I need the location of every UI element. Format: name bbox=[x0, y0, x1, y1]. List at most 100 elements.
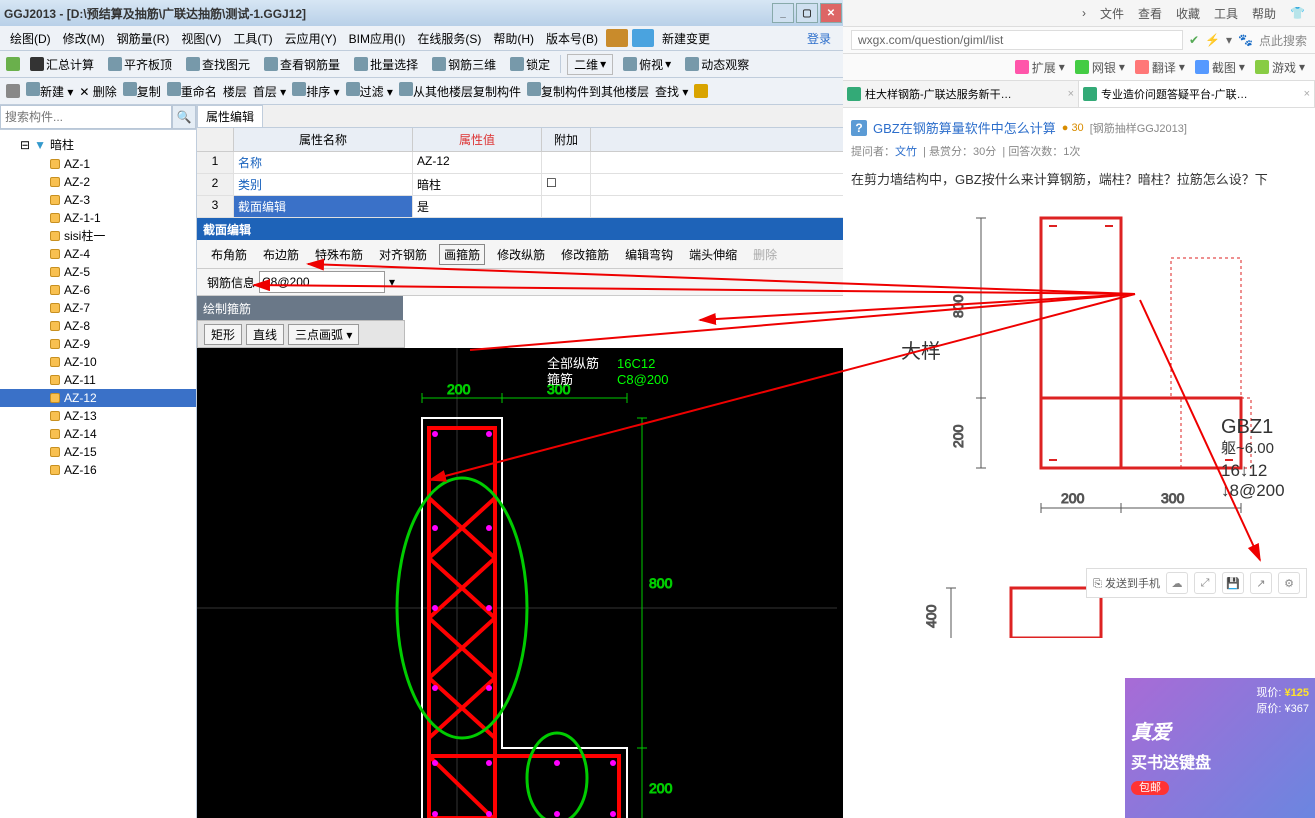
menu-bim[interactable]: BIM应用(I) bbox=[345, 28, 410, 49]
filter-button[interactable]: 过滤 ▾ bbox=[346, 82, 393, 100]
new-button[interactable]: 新建 ▾ bbox=[26, 82, 73, 100]
tab-corner[interactable]: 布角筋 bbox=[207, 244, 251, 265]
cloud-icon[interactable]: ☁ bbox=[1166, 572, 1188, 594]
tab-edge[interactable]: 布边筋 bbox=[259, 244, 303, 265]
copyfrom-button[interactable]: 从其他楼层复制构件 bbox=[399, 82, 521, 100]
question-title[interactable]: GBZ在钢筋算量软件中怎么计算 bbox=[873, 118, 1056, 137]
bmenu-fav[interactable]: 收藏 bbox=[1176, 5, 1200, 22]
close-icon[interactable]: × bbox=[1068, 88, 1074, 100]
property-tab[interactable]: 属性编辑 bbox=[197, 105, 263, 128]
menu-rebar[interactable]: 钢筋量(R) bbox=[113, 28, 174, 49]
findr-button[interactable]: 查看钢筋量 bbox=[260, 54, 344, 75]
menu-cloud[interactable]: 云应用(Y) bbox=[281, 28, 341, 49]
advertisement[interactable]: 现价: ¥125 原价: ¥367 真爱 买书送键盘 包邮 bbox=[1125, 678, 1315, 818]
expand-icon[interactable]: ⤢ bbox=[1194, 572, 1216, 594]
tree-item[interactable]: AZ-4 bbox=[0, 245, 196, 263]
findg-button[interactable]: 查找图元 bbox=[182, 54, 254, 75]
dropdown-icon[interactable]: ▾ bbox=[389, 275, 395, 289]
menu-view[interactable]: 视图(V) bbox=[177, 28, 225, 49]
tree-item[interactable]: AZ-1 bbox=[0, 155, 196, 173]
tab-hook[interactable]: 编辑弯钩 bbox=[621, 244, 677, 265]
login-link[interactable]: 登录 bbox=[803, 28, 835, 49]
dyn-button[interactable]: 动态观察 bbox=[681, 54, 753, 75]
tree-item[interactable]: AZ-9 bbox=[0, 335, 196, 353]
chip-ext[interactable]: 扩展 ▾ bbox=[1015, 59, 1065, 76]
close-icon[interactable]: × bbox=[1304, 88, 1310, 100]
bmenu-view[interactable]: 查看 bbox=[1138, 5, 1162, 22]
batch-button[interactable]: 批量选择 bbox=[350, 54, 422, 75]
minimize-button[interactable]: _ bbox=[772, 3, 794, 23]
help-icon[interactable] bbox=[694, 84, 708, 98]
search-hint[interactable]: 点此搜索 bbox=[1259, 32, 1307, 49]
tab-del[interactable]: 删除 bbox=[749, 244, 781, 265]
tree-item[interactable]: AZ-1-1 bbox=[0, 209, 196, 227]
dim-select[interactable]: 二维 ▾ bbox=[567, 54, 613, 75]
chip-bank[interactable]: 网银 ▾ bbox=[1075, 59, 1125, 76]
tree-item[interactable]: AZ-2 bbox=[0, 173, 196, 191]
menu-newchange[interactable]: 新建变更 bbox=[658, 28, 714, 49]
tab-mods[interactable]: 修改箍筋 bbox=[557, 244, 613, 265]
tree-item[interactable]: AZ-6 bbox=[0, 281, 196, 299]
tree-item[interactable]: AZ-7 bbox=[0, 299, 196, 317]
search-go-button[interactable]: 🔍 bbox=[172, 105, 196, 129]
tab-special[interactable]: 特殊布筋 bbox=[311, 244, 367, 265]
chip-trans[interactable]: 翻译 ▾ bbox=[1135, 59, 1185, 76]
send-phone-button[interactable]: ⎘ 发送到手机 bbox=[1093, 575, 1160, 591]
rename-button[interactable]: 重命名 bbox=[167, 82, 217, 100]
component-tree[interactable]: ⊟ ▼ 暗柱 AZ-1AZ-2AZ-3AZ-1-1sisi柱一AZ-4AZ-5A… bbox=[0, 130, 196, 818]
maximize-button[interactable]: ▢ bbox=[796, 3, 818, 23]
tree-item[interactable]: AZ-5 bbox=[0, 263, 196, 281]
bmenu-tool[interactable]: 工具 bbox=[1214, 5, 1238, 22]
save-icon[interactable]: 💾 bbox=[1222, 572, 1244, 594]
look-select[interactable]: 俯视 ▾ bbox=[619, 54, 675, 75]
section-canvas[interactable]: 200 300 800 200 全部纵筋 16C12 箍筋 C8@200 bbox=[197, 348, 843, 818]
line-button[interactable]: 直线 bbox=[246, 324, 284, 345]
tree-item[interactable]: AZ-3 bbox=[0, 191, 196, 209]
floor-select[interactable]: 首层 ▾ bbox=[253, 83, 286, 100]
lock-button[interactable]: 锁定 bbox=[506, 54, 554, 75]
tree-item[interactable]: AZ-16 bbox=[0, 461, 196, 479]
tree-item[interactable]: AZ-14 bbox=[0, 425, 196, 443]
tree-item[interactable]: sisi柱一 bbox=[0, 227, 196, 245]
bmenu-file[interactable]: 文件 bbox=[1100, 5, 1124, 22]
tree-root[interactable]: ⊟ ▼ 暗柱 bbox=[0, 134, 196, 155]
tab-end[interactable]: 端头伸缩 bbox=[685, 244, 741, 265]
chip-shot[interactable]: 截图 ▾ bbox=[1195, 59, 1245, 76]
property-grid[interactable]: 属性名称 属性值 附加 1名称AZ-12 2类别暗柱☐ 3截面编辑是 bbox=[197, 128, 843, 218]
flat-button[interactable]: 平齐板顶 bbox=[104, 54, 176, 75]
asker-link[interactable]: 文竹 bbox=[895, 146, 917, 158]
share-icon[interactable]: ↗ bbox=[1250, 572, 1272, 594]
skin-icon[interactable]: 👕 bbox=[1290, 6, 1305, 20]
tree-item[interactable]: AZ-8 bbox=[0, 317, 196, 335]
arc-button[interactable]: 三点画弧 ▾ bbox=[288, 324, 359, 345]
flash-icon[interactable]: ⚡ bbox=[1205, 33, 1220, 47]
chip-game[interactable]: 游戏 ▾ bbox=[1255, 59, 1305, 76]
copyto-button[interactable]: 复制构件到其他楼层 bbox=[527, 82, 649, 100]
url-input[interactable]: wxgx.com/question/giml/list bbox=[851, 30, 1183, 50]
bmenu-help[interactable]: 帮助 bbox=[1252, 5, 1276, 22]
close-button[interactable]: ✕ bbox=[820, 3, 842, 23]
paw-icon[interactable]: 🐾 bbox=[1238, 33, 1253, 47]
rebar-info-input[interactable] bbox=[259, 271, 385, 293]
sort-button[interactable]: 排序 ▾ bbox=[292, 82, 339, 100]
tab-stirrup[interactable]: 画箍筋 bbox=[439, 244, 485, 265]
tree-item[interactable]: AZ-10 bbox=[0, 353, 196, 371]
find-button[interactable]: 查找 ▾ bbox=[655, 83, 688, 100]
tree-item[interactable]: AZ-13 bbox=[0, 407, 196, 425]
tab-1[interactable]: 柱大样钢筋-广联达服务新干…× bbox=[843, 81, 1079, 107]
pointer-icon[interactable] bbox=[6, 84, 20, 98]
menu-help[interactable]: 帮助(H) bbox=[489, 28, 538, 49]
tab-modv[interactable]: 修改纵筋 bbox=[493, 244, 549, 265]
rect-button[interactable]: 矩形 bbox=[204, 324, 242, 345]
calc-button[interactable]: 汇总计算 bbox=[26, 54, 98, 75]
menu-online[interactable]: 在线服务(S) bbox=[413, 28, 485, 49]
tree-item[interactable]: AZ-15 bbox=[0, 443, 196, 461]
menu-tools[interactable]: 工具(T) bbox=[229, 28, 276, 49]
search-input[interactable] bbox=[0, 105, 172, 129]
gear-icon[interactable]: ⚙ bbox=[1278, 572, 1300, 594]
menu-modify[interactable]: 修改(M) bbox=[59, 28, 109, 49]
tree-item[interactable]: AZ-12 bbox=[0, 389, 196, 407]
menu-version[interactable]: 版本号(B) bbox=[542, 28, 602, 49]
delete-button[interactable]: ✕ 删除 bbox=[79, 83, 116, 100]
menu-draw[interactable]: 绘图(D) bbox=[6, 28, 55, 49]
